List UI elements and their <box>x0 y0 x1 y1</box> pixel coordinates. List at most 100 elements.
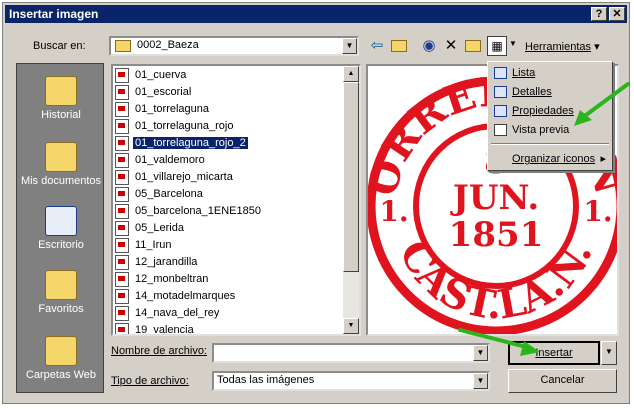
file-list[interactable]: 01_cuerva 01_escorial 01_torrelaguna 01_… <box>111 64 361 336</box>
web-folders-icon <box>45 336 77 366</box>
insert-options-button[interactable]: ▼ <box>601 341 617 365</box>
desktop-icon <box>45 206 77 236</box>
stamp-month: JUN. <box>450 178 539 218</box>
preview-view-icon <box>494 124 507 136</box>
file-item[interactable]: 01_torrelaguna <box>115 101 211 117</box>
back-icon[interactable]: ⇦ <box>367 36 387 56</box>
stamp-year: 1851 <box>449 215 544 255</box>
image-file-icon <box>115 322 129 334</box>
image-file-icon <box>115 152 129 168</box>
history-icon <box>45 76 77 106</box>
insert-button-label: Insertar <box>535 347 573 359</box>
help-button[interactable]: ? <box>591 7 607 21</box>
menu-item-properties-label: Propiedades <box>512 105 574 117</box>
file-item[interactable]: 05_barcelona_1ENE1850 <box>115 203 263 219</box>
file-item[interactable]: 12_jarandilla <box>115 254 199 270</box>
up-folder-icon[interactable] <box>389 36 409 56</box>
image-file-icon <box>115 186 129 202</box>
scroll-down-button[interactable]: ▼ <box>343 318 359 334</box>
menu-separator <box>491 143 609 145</box>
scroll-up-button[interactable]: ▲ <box>343 66 359 82</box>
file-type-value: Todas las imágenes <box>217 374 315 386</box>
menu-item-arrange-icons[interactable]: Organizar iconos ▸ <box>490 150 610 168</box>
properties-view-icon <box>494 105 507 117</box>
dialog-title: Insertar imagen <box>9 7 99 21</box>
place-web-folders[interactable]: Carpetas Web <box>17 336 105 381</box>
stamp-right-mark: 1. <box>583 195 612 228</box>
place-desktop[interactable]: Escritorio <box>17 206 105 251</box>
file-name: 01_torrelaguna <box>135 103 210 115</box>
file-item[interactable]: 11_Irun <box>115 237 174 253</box>
place-history[interactable]: Historial <box>17 76 105 121</box>
insert-button[interactable]: Insertar <box>508 341 600 365</box>
scroll-thumb[interactable] <box>343 82 359 272</box>
file-name-dropdown-button[interactable]: ▼ <box>473 345 488 361</box>
place-desktop-label: Escritorio <box>38 239 84 251</box>
file-item[interactable]: 14_motadelmarques <box>115 288 237 304</box>
file-name: 11_Irun <box>135 239 172 251</box>
file-name: 05_Barcelona <box>135 188 203 200</box>
file-name: 14_nava_del_rey <box>135 307 220 319</box>
cancel-button[interactable]: Cancelar <box>508 369 617 393</box>
file-item[interactable]: 01_torrelaguna_rojo <box>115 118 235 134</box>
file-item[interactable]: 12_monbeltran <box>115 271 210 287</box>
details-view-icon <box>494 86 507 98</box>
file-type-select[interactable]: Todas las imágenes ▼ <box>212 371 490 391</box>
file-name: 01_torrelaguna_rojo_2 <box>132 136 249 150</box>
file-item[interactable]: 05_Lerida <box>115 220 186 236</box>
stamp-left-mark: 1. <box>379 195 408 228</box>
file-type-dropdown-button[interactable]: ▼ <box>473 373 488 389</box>
file-item[interactable]: 01_cuerva <box>115 67 188 83</box>
file-item[interactable]: 14_nava_del_rey <box>115 305 221 321</box>
close-button[interactable]: ✕ <box>609 7 625 21</box>
favorites-icon <box>45 270 77 300</box>
menu-item-preview-label: Vista previa <box>512 124 570 136</box>
file-name: 12_monbeltran <box>135 273 209 285</box>
look-in-dropdown-button[interactable]: ▼ <box>342 38 357 54</box>
file-name: 01_torrelaguna_rojo <box>135 120 234 132</box>
views-icon[interactable]: ▦ <box>487 36 507 56</box>
place-favorites-label: Favoritos <box>38 303 84 315</box>
search-web-icon[interactable]: ◉ <box>419 36 439 56</box>
file-item-selected[interactable]: 01_torrelaguna_rojo_2 <box>115 135 249 151</box>
look-in-value: 0002_Baeza <box>137 39 199 51</box>
file-name: 01_escorial <box>135 86 192 98</box>
file-item[interactable]: 01_villarejo_micarta <box>115 169 235 185</box>
cancel-button-label: Cancelar <box>540 374 585 386</box>
look-in-label: Buscar en: <box>33 40 86 52</box>
file-name: 05_barcelona_1ENE1850 <box>135 205 261 217</box>
menu-item-details-label: Detalles <box>512 86 552 98</box>
new-folder-icon[interactable] <box>463 36 483 56</box>
views-dropdown-arrow[interactable]: ▼ <box>509 39 517 48</box>
image-file-icon <box>115 254 129 270</box>
menu-item-details[interactable]: Detalles <box>490 83 610 101</box>
file-name: 01_villarejo_micarta <box>135 171 233 183</box>
insert-image-dialog: Insertar imagen ? ✕ Buscar en: 0002_Baez… <box>2 2 630 404</box>
file-name-input[interactable]: ▼ <box>212 343 490 363</box>
views-menu: Lista Detalles Propiedades Vista previa … <box>487 61 613 171</box>
menu-item-list[interactable]: Lista <box>490 64 610 82</box>
file-item[interactable]: 19_valencia <box>115 322 196 336</box>
menu-item-preview[interactable]: Vista previa <box>490 121 610 139</box>
file-item[interactable]: 01_escorial <box>115 84 193 100</box>
file-name: 12_jarandilla <box>135 256 198 268</box>
file-name: 19_valencia <box>135 324 194 336</box>
tools-menu[interactable]: Herramientas ▾ <box>525 40 600 53</box>
file-name: 14_motadelmarques <box>135 290 236 302</box>
file-name: 05_Lerida <box>135 222 184 234</box>
title-bar: Insertar imagen ? ✕ <box>5 5 627 23</box>
file-name-label-text: Nombre de archivo: <box>111 345 207 357</box>
my-documents-icon <box>45 142 77 172</box>
delete-icon[interactable]: ✕ <box>441 36 461 56</box>
image-file-icon <box>115 288 129 304</box>
file-item[interactable]: 05_Barcelona <box>115 186 205 202</box>
file-item[interactable]: 01_valdemoro <box>115 152 207 168</box>
look-in-combo[interactable]: 0002_Baeza ▼ <box>109 36 359 56</box>
file-list-scrollbar[interactable]: ▲ ▼ <box>343 66 359 334</box>
image-file-icon <box>115 101 129 117</box>
file-name: 01_valdemoro <box>135 154 205 166</box>
place-my-documents-label: Mis documentos <box>20 175 102 187</box>
place-my-documents[interactable]: Mis documentos <box>17 142 105 187</box>
place-favorites[interactable]: Favoritos <box>17 270 105 315</box>
menu-item-properties[interactable]: Propiedades <box>490 102 610 120</box>
